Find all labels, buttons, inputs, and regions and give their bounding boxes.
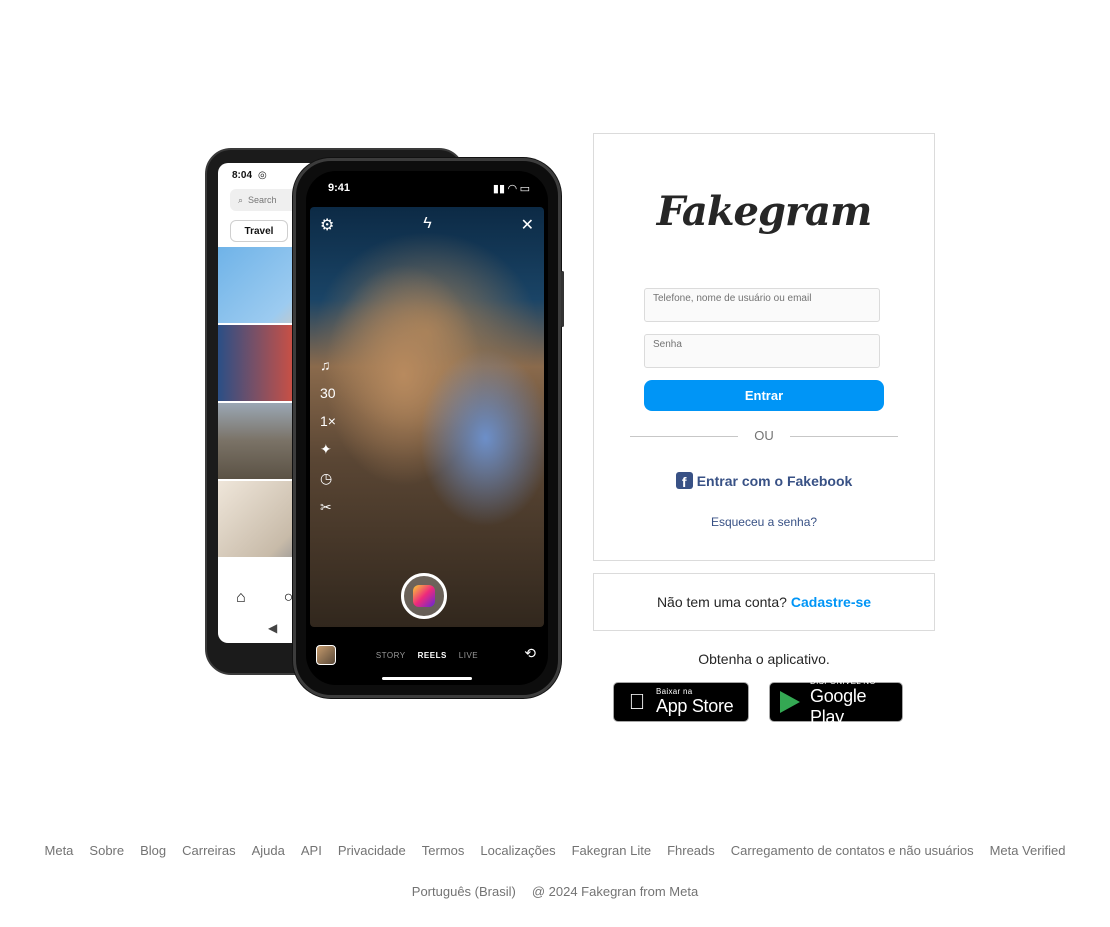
flip-camera-icon: ⟲ xyxy=(524,645,536,661)
footer-link-meta-verified[interactable]: Meta Verified xyxy=(990,843,1066,858)
app-store-small-text: Baixar na xyxy=(656,687,693,696)
google-play-small-text: DISPONÍVEL NO xyxy=(810,676,876,686)
footer-links: Meta Sobre Blog Carreiras Ajuda API Priv… xyxy=(0,843,1110,858)
google-play-big-text: Google Play xyxy=(810,685,867,727)
home-icon: ⌂ xyxy=(236,589,246,606)
login-button[interactable]: Entrar xyxy=(644,380,884,411)
scissors-icon: ✂ xyxy=(320,499,332,515)
mode-live: LIVE xyxy=(458,651,479,660)
camera-icon: ◎ xyxy=(258,169,267,181)
home-indicator xyxy=(382,677,472,680)
reels-icon xyxy=(413,585,435,607)
search-icon: ⌕ xyxy=(238,194,244,205)
get-app-text: Obtenha o aplicativo. xyxy=(698,651,830,667)
app-store-big-text: App Store xyxy=(656,696,734,716)
back-triangle-icon: ◀ xyxy=(268,621,278,635)
footer-link-blog[interactable]: Blog xyxy=(140,843,166,858)
countdown-icon: ◷ xyxy=(320,470,333,486)
language-selector[interactable]: Português (Brasil) xyxy=(412,884,516,899)
reels-video xyxy=(310,207,544,627)
or-divider: OU xyxy=(630,428,898,444)
close-icon: ✕ xyxy=(520,217,534,234)
password-label: Senha xyxy=(653,339,682,350)
phone-front: 9:41 ▮▮ ◠ ▭ ⚙ ϟ ✕ ♫ 30 1× ✦ ◷ ✂ STORY RE… xyxy=(293,158,564,698)
camera-side-tools: ♫ 30 1× ✦ ◷ ✂ xyxy=(320,357,336,516)
phone-back-chip: Travel xyxy=(230,220,288,242)
apple-icon:  xyxy=(622,689,652,715)
divider-line-right xyxy=(790,436,898,437)
copyright: @ 2024 Fakegran from Meta xyxy=(531,884,699,899)
footer-link-meta[interactable]: Meta xyxy=(45,843,74,858)
forgot-password-link[interactable]: Esqueceu a senha? xyxy=(594,515,934,529)
phones-illustration: 8:04 ◎ ⌕ Search Travel ⌂ ○ ◀ 9:41 ▮▮ ◠ ▭… xyxy=(205,148,565,698)
app-logo: Fakegram xyxy=(656,188,873,235)
camera-modes: STORY REELS LIVE xyxy=(306,651,548,660)
username-label: Telefone, nome de usuário ou email xyxy=(653,293,812,304)
footer-link-sobre[interactable]: Sobre xyxy=(89,843,124,858)
facebook-icon: f xyxy=(675,472,693,489)
phone-front-screen: 9:41 ▮▮ ◠ ▭ ⚙ ϟ ✕ ♫ 30 1× ✦ ◷ ✂ STORY RE… xyxy=(306,171,548,685)
signal-icon: ▮▮ ◠ ▭ xyxy=(492,182,530,195)
footer-link-privacidade[interactable]: Privacidade xyxy=(338,843,406,858)
username-field[interactable]: Telefone, nome de usuário ou email xyxy=(644,288,880,322)
phone-notch xyxy=(372,171,482,193)
footer-link-threads[interactable]: Fhreads xyxy=(667,843,715,858)
google-play-icon xyxy=(780,691,800,713)
password-input[interactable] xyxy=(653,350,871,366)
phone-side-button xyxy=(561,271,564,327)
effects-icon: ✦ xyxy=(320,441,332,457)
mode-story: STORY xyxy=(375,651,406,660)
footer-link-localizacoes[interactable]: Localizações xyxy=(480,843,555,858)
signup-link[interactable]: Cadastre-se xyxy=(791,594,871,610)
footer-link-termos[interactable]: Termos xyxy=(422,843,465,858)
login-card: Fakegram Telefone, nome de usuário ou em… xyxy=(593,133,935,561)
footer-bottom: Português (Brasil) @ 2024 Fakegran from … xyxy=(0,884,1110,899)
facebook-login-label: Entrar com o Fakebook xyxy=(696,472,853,489)
speed-icon: 1× xyxy=(320,413,336,429)
footer-link-lite[interactable]: Fakegran Lite xyxy=(572,843,652,858)
settings-icon: ⚙ xyxy=(320,217,335,234)
facebook-login-button[interactable]: f Entrar com o Fakebook xyxy=(594,472,934,489)
signup-prompt: Não tem uma conta? xyxy=(656,594,787,610)
footer-link-ajuda[interactable]: Ajuda xyxy=(252,843,285,858)
phone-back-time: 8:04 xyxy=(232,169,253,181)
signup-card: Não tem uma conta? Cadastre-se xyxy=(593,573,935,631)
phone-front-time: 9:41 xyxy=(328,182,351,194)
footer-link-carreiras[interactable]: Carreiras xyxy=(182,843,235,858)
timer-length-icon: 30 xyxy=(320,385,336,401)
search-icon: ○ xyxy=(283,589,294,606)
google-play-badge[interactable]: DISPONÍVEL NO Google Play xyxy=(769,677,903,727)
mode-reels: REELS xyxy=(417,651,447,660)
phone-back-search: ⌕ Search xyxy=(230,189,302,211)
music-icon: ♫ xyxy=(320,357,331,373)
camera-top-icons: ⚙ ϟ ✕ xyxy=(306,215,548,235)
phone-back-search-placeholder: Search xyxy=(248,195,277,205)
flash-off-icon: ϟ xyxy=(423,215,432,232)
password-field[interactable]: Senha xyxy=(644,334,880,368)
footer-link-api[interactable]: API xyxy=(301,843,322,858)
footer-link-contacts[interactable]: Carregamento de contatos e não usuários xyxy=(731,843,974,858)
app-store-badge[interactable]:  Baixar na App Store xyxy=(613,682,749,722)
record-button xyxy=(401,573,447,619)
username-input[interactable] xyxy=(653,304,871,320)
